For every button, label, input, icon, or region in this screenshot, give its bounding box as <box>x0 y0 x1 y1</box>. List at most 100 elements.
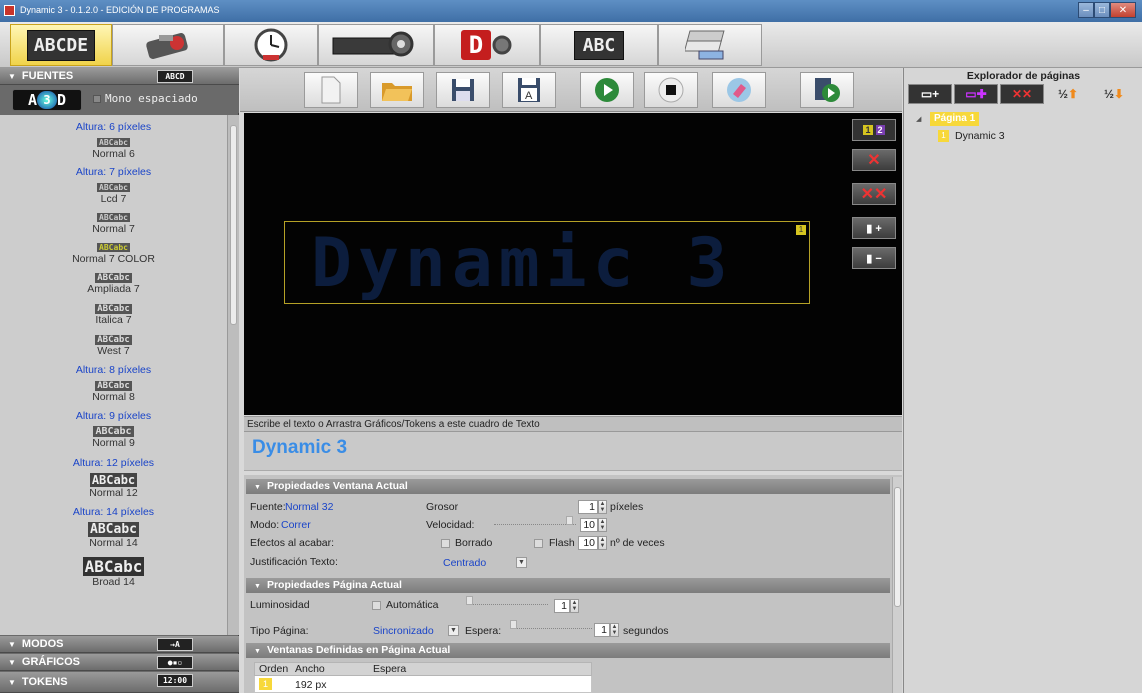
font-item[interactable]: ABCabc Normal 14 <box>0 521 227 549</box>
tab-clock[interactable] <box>224 24 318 66</box>
tree-page-1[interactable]: Página 1 <box>930 112 980 126</box>
tab-transfer[interactable] <box>658 24 762 66</box>
maximize-button[interactable]: □ <box>1094 2 1110 18</box>
font-sample: ABCabc <box>95 381 132 391</box>
text-window[interactable]: Dynamic 3 1 <box>284 221 810 304</box>
scroll-thumb[interactable] <box>230 125 237 325</box>
flash-stepper-arrows[interactable]: ▲ ▼ <box>598 536 607 550</box>
font-item[interactable]: ABCabc Normal 8 <box>0 379 227 403</box>
add-page-alt-button[interactable]: ▭✚ <box>954 84 998 104</box>
minimize-button[interactable]: – <box>1078 2 1094 18</box>
font-item[interactable]: ABCabc Lcd 7 <box>0 181 227 205</box>
tab-settings[interactable] <box>318 24 434 66</box>
tokens-header-label: TOKENS <box>21 676 68 688</box>
font-item[interactable]: ABCabc Normal 6 <box>0 136 227 160</box>
thickness-stepper[interactable]: 1 <box>578 500 598 514</box>
brightness-stepper[interactable]: 1 <box>554 599 570 613</box>
mode-value-link[interactable]: Correr <box>281 519 311 531</box>
font-item[interactable]: ABCabc Broad 14 <box>0 556 227 588</box>
flash-stepper[interactable]: 10 <box>578 536 598 550</box>
delete-page-button[interactable]: ✕✕ <box>1000 84 1044 104</box>
brightness-slider[interactable] <box>466 596 548 605</box>
font-sample: ABCabc <box>95 273 132 283</box>
font-item[interactable]: ABCabc Italica 7 <box>0 302 227 326</box>
wait-unit: segundos <box>623 625 669 637</box>
speed-stepper[interactable]: 10 <box>580 518 598 532</box>
new-file-button[interactable] <box>304 72 358 108</box>
speed-slider[interactable] <box>494 516 576 525</box>
tokens-section-header[interactable]: ▼ TOKENS 12:00 <box>0 672 239 693</box>
text-hint: Escribe el texto o Arrastra Gráficos/Tok… <box>244 416 902 431</box>
column-width: Ancho <box>295 663 325 675</box>
page-toggle-button[interactable]: 1 2 <box>852 119 896 141</box>
brightness-slider-knob[interactable] <box>466 596 473 605</box>
table-row[interactable]: 1 192 px <box>254 676 592 693</box>
flash-checkbox[interactable] <box>534 539 543 548</box>
font-list-scrollbar[interactable] <box>227 115 239 635</box>
font-item[interactable]: ABCabc Ampliada 7 <box>0 271 227 295</box>
erase-checkbox[interactable] <box>441 539 450 548</box>
font-item[interactable]: ABCabc Normal 7 COLOR <box>0 241 227 265</box>
remove-window-button[interactable]: ▮ − <box>852 247 896 269</box>
stop-button[interactable] <box>644 72 698 108</box>
delete-window-button[interactable]: ✕ <box>852 149 896 171</box>
wait-slider-knob[interactable] <box>510 620 517 629</box>
font-group-text: Altura: 7 píxeles <box>75 166 152 178</box>
justify-dropdown-icon[interactable]: ▼ <box>516 557 527 568</box>
fonts-section-header[interactable]: ▼ FUENTES ABCD <box>0 68 239 85</box>
tab-dynamic[interactable]: D <box>434 24 540 66</box>
open-button[interactable] <box>370 72 424 108</box>
thickness-stepper-arrows[interactable]: ▲ ▼ <box>598 500 607 514</box>
scroll-thumb[interactable] <box>894 487 901 607</box>
led-display-text: Dynamic 3 <box>311 224 734 303</box>
tab-graphics[interactable] <box>112 24 224 66</box>
speed-stepper-arrows[interactable]: ▲ ▼ <box>598 518 607 532</box>
graphics-header-label: GRÁFICOS <box>21 656 80 668</box>
add-page-button[interactable]: ▭+ <box>908 84 952 104</box>
speed-slider-knob[interactable] <box>566 516 573 525</box>
tab-font-editor[interactable]: ABC <box>540 24 658 66</box>
wait-slider[interactable] <box>510 620 592 629</box>
text-input[interactable]: Dynamic 3 <box>244 431 902 471</box>
move-page-up-icon: ½⬆ <box>1057 87 1079 101</box>
display-canvas[interactable]: Dynamic 3 1 1 2 ✕ ✕✕ ▮ + ▮ − <box>244 113 902 415</box>
title-bar: Dynamic 3 - 0.1.2.0 - EDICIÓN DE PROGRAM… <box>0 0 1142 22</box>
font-item[interactable]: ABCabc Normal 9 <box>0 425 227 449</box>
tree-window-item[interactable]: 1 Dynamic 3 <box>938 130 1005 142</box>
play-button[interactable] <box>580 72 634 108</box>
auto-brightness-checkbox[interactable] <box>372 601 381 610</box>
floppy-a-icon: A <box>518 78 540 102</box>
save-button[interactable] <box>436 72 490 108</box>
page-type-select[interactable]: Sincronizado <box>373 625 434 637</box>
wait-stepper-arrows[interactable]: ▲ ▼ <box>610 623 619 637</box>
tab-text[interactable]: ABCDE <box>10 24 112 66</box>
wait-stepper[interactable]: 1 <box>594 623 610 637</box>
brightness-stepper-arrows[interactable]: ▲ ▼ <box>570 599 579 613</box>
properties-scrollbar[interactable] <box>892 477 902 693</box>
monospace-checkbox[interactable] <box>93 95 101 103</box>
font-item[interactable]: ABCabc Normal 12 <box>0 472 227 499</box>
move-page-up-button[interactable]: ½⬆ <box>1048 84 1088 104</box>
justify-select[interactable]: Centrado <box>443 557 486 569</box>
font-name: Italica 7 <box>95 314 132 326</box>
move-page-down-button[interactable]: ½⬇ <box>1094 84 1134 104</box>
add-window-button[interactable]: ▮ + <box>852 217 896 239</box>
font-name: Normal 8 <box>92 391 135 403</box>
save-as-button[interactable]: A <box>502 72 556 108</box>
close-button[interactable]: ✕ <box>1110 2 1136 18</box>
tree-expand-icon[interactable]: ◢ <box>916 115 921 123</box>
font-label: Fuente: <box>250 501 286 513</box>
window-props-header[interactable]: ▼ Propiedades Ventana Actual <box>246 479 890 494</box>
delete-page-icon: ✕✕ <box>1011 87 1033 101</box>
windows-table-header[interactable]: ▼ Ventanas Definidas en Página Actual <box>246 643 890 658</box>
font-item[interactable]: ABCabc Normal 7 <box>0 211 227 235</box>
page-type-dropdown-icon[interactable]: ▼ <box>448 625 459 636</box>
graphics-section-header[interactable]: ▼ GRÁFICOS ●▪▫ <box>0 654 239 671</box>
clear-button[interactable] <box>712 72 766 108</box>
font-value-link[interactable]: Normal 32 <box>285 501 333 513</box>
preview-button[interactable] <box>800 72 854 108</box>
page-props-header[interactable]: ▼ Propiedades Página Actual <box>246 578 890 593</box>
delete-all-windows-button[interactable]: ✕✕ <box>852 183 896 205</box>
font-item[interactable]: ABCabc West 7 <box>0 333 227 357</box>
modes-section-header[interactable]: ▼ MODOS →A <box>0 636 239 653</box>
